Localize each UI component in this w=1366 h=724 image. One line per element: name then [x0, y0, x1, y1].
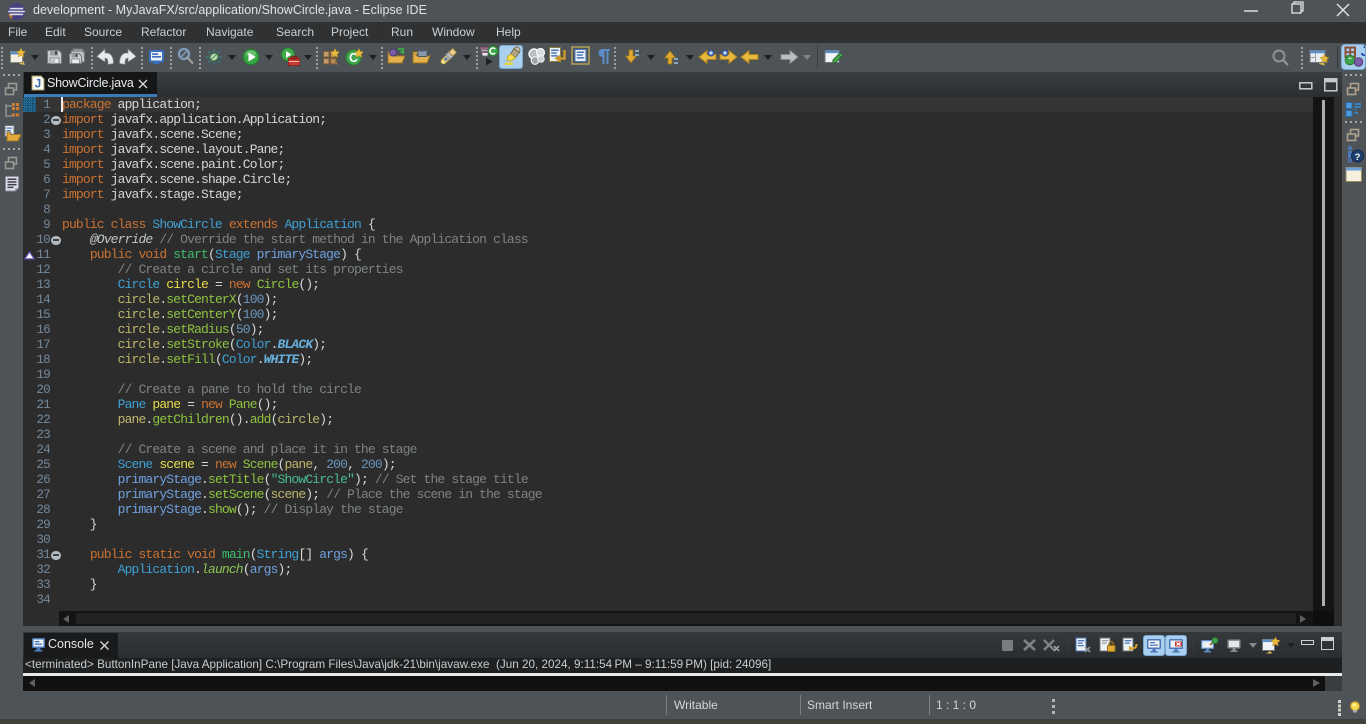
- svg-text:J: J: [1361, 46, 1365, 59]
- svg-text:?: ?: [1355, 152, 1361, 163]
- svg-text:J: J: [35, 79, 41, 91]
